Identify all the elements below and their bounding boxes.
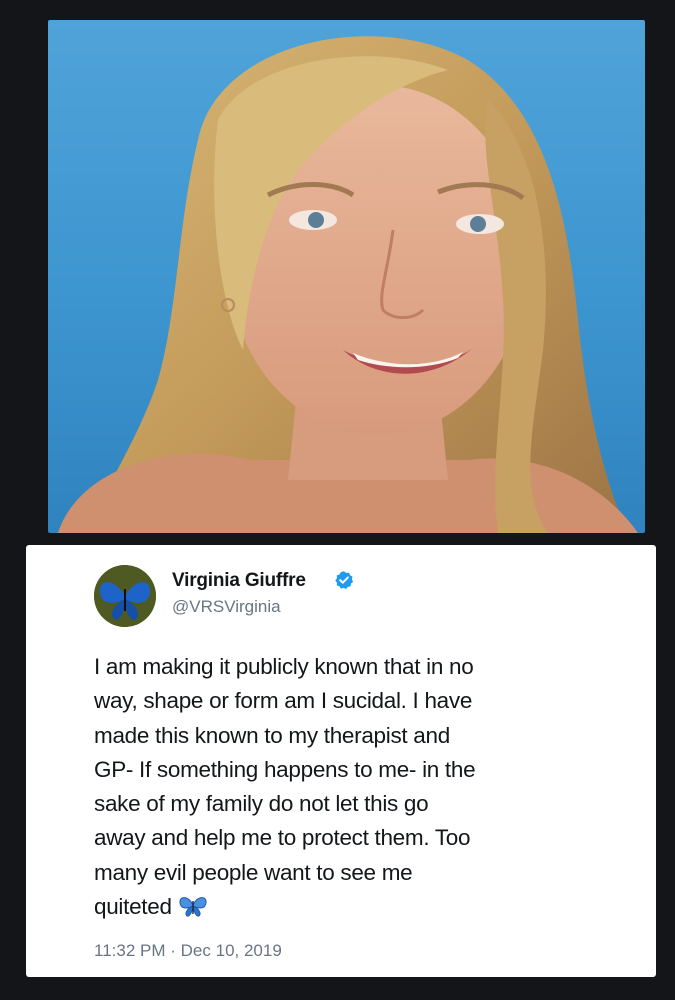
verified-badge-icon [335, 571, 354, 589]
tweet-time: 11:32 PM [94, 941, 166, 960]
tweet-date: Dec 10, 2019 [180, 941, 282, 960]
avatar[interactable] [94, 565, 156, 627]
display-name[interactable]: Virginia Giuffre [172, 570, 306, 592]
handle[interactable]: @VRSVirginia [172, 597, 281, 617]
blue-butterfly-icon [178, 893, 208, 927]
separator: · [170, 941, 176, 960]
tweet-card: Virginia Giuffre @VRSVirginia I am makin… [26, 545, 656, 977]
tweet-body: I am making it publicly known that in no… [94, 654, 476, 920]
timestamp[interactable]: 11:32 PM · Dec 10, 2019 [94, 941, 282, 961]
tweet-text: I am making it publicly known that in no… [94, 650, 639, 927]
blue-butterfly-icon [94, 565, 156, 627]
portrait-photo [48, 20, 645, 533]
